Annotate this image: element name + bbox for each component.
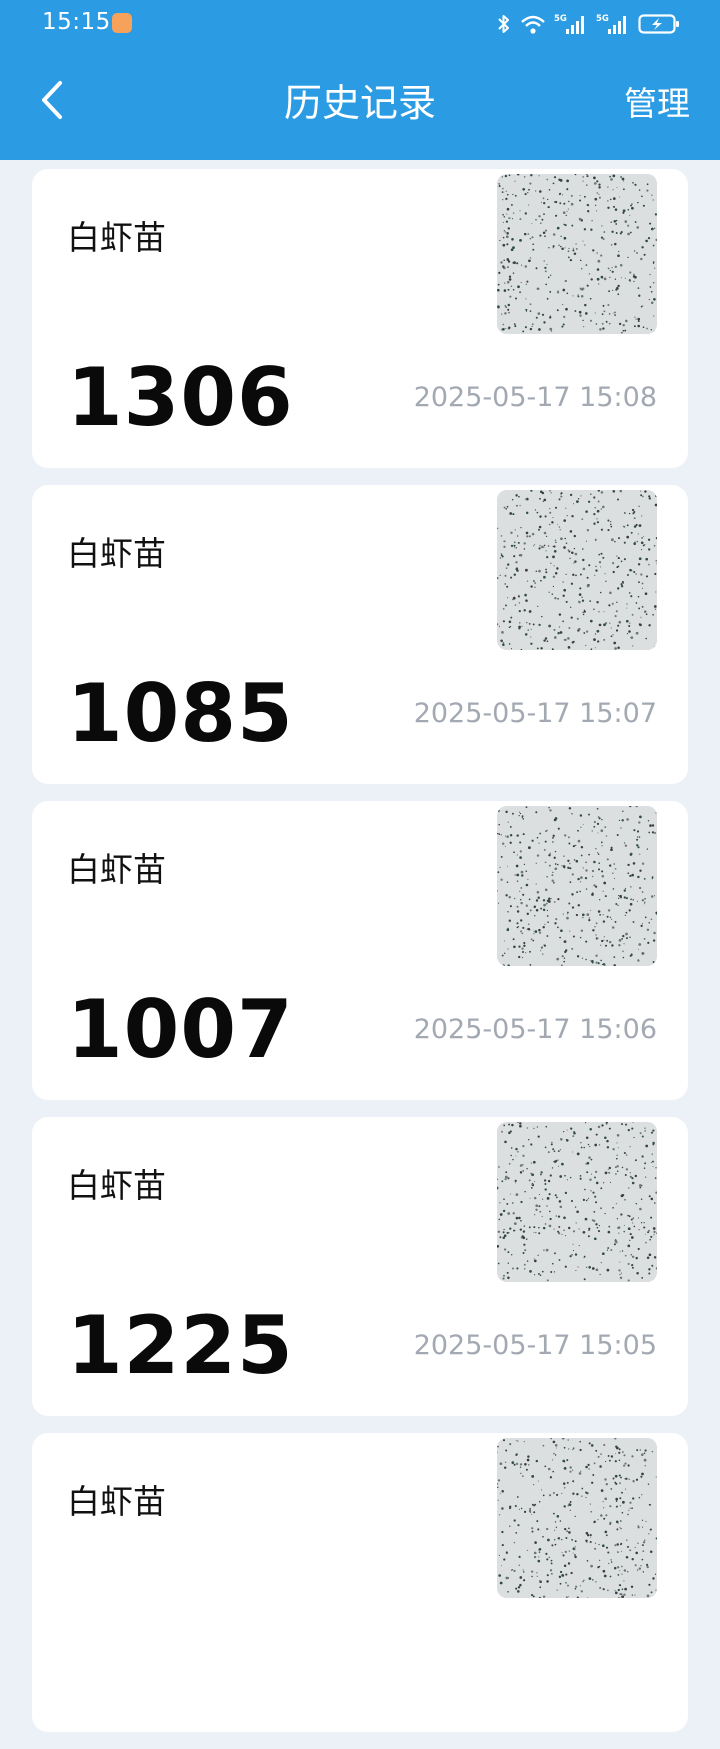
record-count: 1085	[67, 667, 294, 760]
status-time: 15:15	[42, 9, 111, 35]
wifi-icon	[521, 15, 545, 34]
record-name: 白虾苗	[67, 1482, 166, 1521]
back-button[interactable]	[30, 78, 74, 122]
signal-5g-icon-2: 5G	[596, 14, 626, 34]
app-notification-icon	[112, 13, 132, 33]
battery-charging-icon	[638, 14, 679, 34]
history-record-card[interactable]: 白虾苗 1085 2025-05-17 15:07	[32, 485, 688, 784]
signal-5g-icon: 5G	[554, 14, 584, 34]
record-thumbnail-image[interactable]	[497, 174, 657, 334]
network-type-label: 5G	[554, 14, 567, 24]
history-record-card[interactable]: 白虾苗 1007 2025-05-17 15:06	[32, 801, 688, 1100]
bluetooth-icon	[498, 15, 509, 33]
history-list: 白虾苗 1306 2025-05-17 15:08 白虾苗 1085 2025-05-17…	[32, 169, 688, 1749]
page-title: 历史记录	[283, 81, 436, 125]
history-record-card[interactable]: 白虾苗	[32, 1433, 688, 1732]
history-record-card[interactable]: 白虾苗 1225 2025-05-17 15:05	[32, 1117, 688, 1416]
record-timestamp: 2025-05-17 15:08	[413, 382, 657, 413]
record-thumbnail-image[interactable]	[497, 1122, 657, 1282]
record-count: 1225	[67, 1299, 294, 1392]
record-name: 白虾苗	[67, 218, 166, 257]
record-thumbnail-image[interactable]	[497, 1438, 657, 1598]
status-bar: 15:15 5G 5G	[0, 0, 720, 48]
record-timestamp: 2025-05-17 15:07	[413, 698, 657, 729]
record-thumbnail-image[interactable]	[497, 806, 657, 966]
record-timestamp: 2025-05-17 15:05	[413, 1330, 657, 1361]
record-timestamp: 2025-05-17 15:06	[413, 1014, 657, 1045]
record-name: 白虾苗	[67, 850, 166, 889]
status-icons: 5G 5G	[496, 12, 680, 36]
app-header: 15:15 5G 5G 历史记录 管理	[0, 0, 720, 160]
record-count: 1007	[67, 983, 294, 1076]
chevron-left-icon	[42, 81, 62, 119]
history-record-card[interactable]: 白虾苗 1306 2025-05-17 15:08	[32, 169, 688, 468]
network-type-label: 5G	[596, 14, 609, 24]
record-thumbnail-image[interactable]	[497, 490, 657, 650]
record-name: 白虾苗	[67, 534, 166, 573]
manage-button[interactable]: 管理	[624, 81, 690, 127]
record-name: 白虾苗	[67, 1166, 166, 1205]
record-count: 1306	[67, 351, 294, 444]
